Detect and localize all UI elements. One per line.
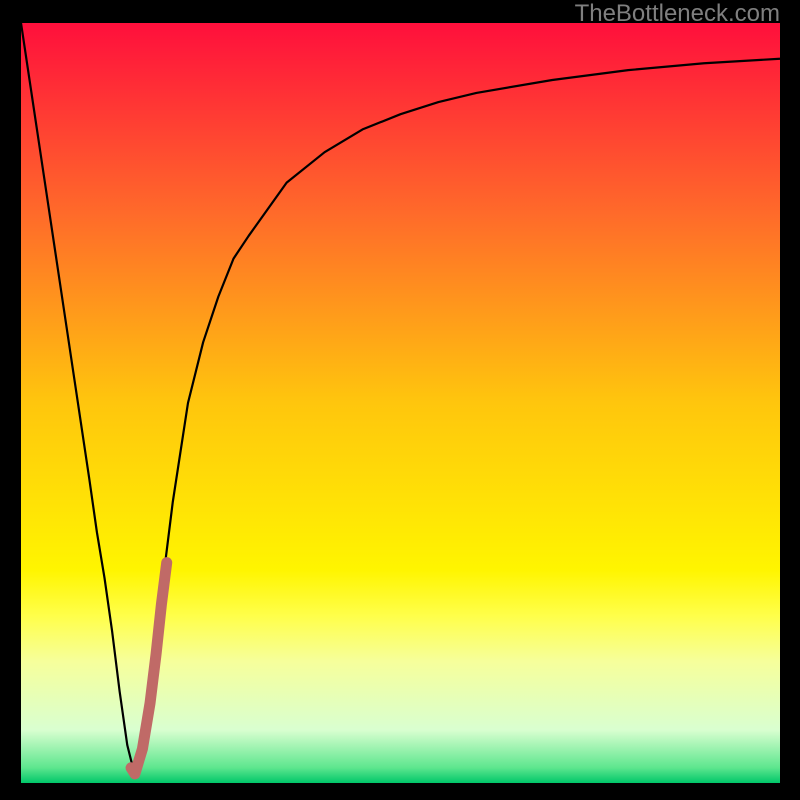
chart-stage: TheBottleneck.com bbox=[0, 0, 800, 800]
bottleneck-chart bbox=[0, 0, 800, 800]
gradient-background bbox=[21, 23, 780, 783]
